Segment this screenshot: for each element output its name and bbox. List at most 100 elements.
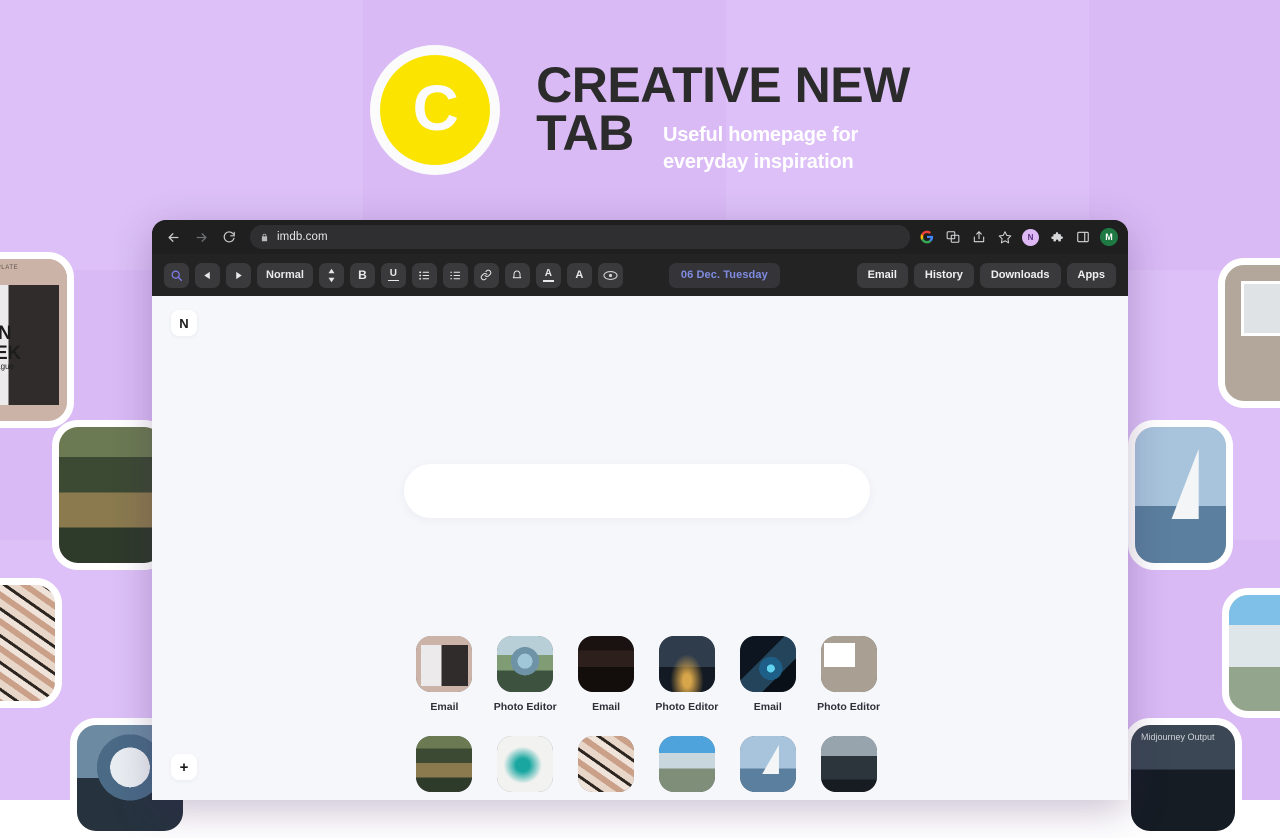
tile-label: Photo Editor xyxy=(494,701,557,713)
tile-thumbnail[interactable] xyxy=(416,636,472,692)
history-link[interactable]: History xyxy=(914,263,974,288)
profile-avatar[interactable]: M xyxy=(1100,228,1118,246)
tile-artwork xyxy=(416,636,472,692)
text-color-icon[interactable]: A xyxy=(536,263,561,288)
share-icon[interactable] xyxy=(970,229,987,246)
side-panel-icon[interactable] xyxy=(1074,229,1091,246)
tile-thumbnail[interactable] xyxy=(497,736,553,792)
tile-email-3[interactable]: Email xyxy=(727,636,808,713)
decor-card-bigcity xyxy=(1222,588,1280,718)
tile-email-1[interactable]: Email xyxy=(404,636,485,713)
previous-icon[interactable] xyxy=(195,263,220,288)
tile-artwork xyxy=(497,636,553,692)
tile-label: Email xyxy=(430,701,458,713)
google-icon[interactable] xyxy=(918,229,935,246)
notes-button[interactable]: N xyxy=(171,310,197,336)
extension-creative-tab-icon[interactable]: N xyxy=(1022,229,1039,246)
search-icon[interactable] xyxy=(164,263,189,288)
tile-thumbnail[interactable] xyxy=(821,736,877,792)
notification-bell-icon[interactable] xyxy=(505,263,530,288)
decor-card-artwork xyxy=(1229,595,1280,711)
promo-subtitle-line-2: everyday inspiration xyxy=(663,149,858,176)
tile-photo-editor-5[interactable]: Photo Editor xyxy=(647,736,728,800)
tile-thumbnail[interactable] xyxy=(821,636,877,692)
apps-link[interactable]: Apps xyxy=(1067,263,1117,288)
tile-artwork xyxy=(416,736,472,792)
tile-thumbnail[interactable] xyxy=(578,636,634,692)
promo-subtitle: Useful homepage for everyday inspiration xyxy=(663,122,858,176)
address-bar[interactable]: imdb.com xyxy=(250,225,910,249)
lock-icon xyxy=(260,232,269,243)
date-display[interactable]: 06 Dec. Tuesday xyxy=(669,263,780,288)
tile-photo-editor-1[interactable]: Photo Editor xyxy=(485,636,566,713)
tile-label: Email xyxy=(754,701,782,713)
tile-photo-editor-2[interactable]: Photo Editor xyxy=(647,636,728,713)
tile-thumbnail[interactable] xyxy=(416,736,472,792)
decor-card-sailboat xyxy=(1128,420,1233,570)
add-widget-button[interactable]: + xyxy=(171,754,197,780)
font-size-stepper-icon[interactable] xyxy=(319,263,344,288)
tile-label: Photo Editor xyxy=(655,701,718,713)
tile-artwork xyxy=(740,736,796,792)
tile-artwork xyxy=(578,636,634,692)
tile-email-4[interactable]: Email xyxy=(404,736,485,800)
tile-thumbnail[interactable] xyxy=(659,636,715,692)
decor-card-midjourney: Midjourney Output xyxy=(1124,718,1242,838)
shortcut-tiles-grid: EmailPhoto EditorEmailPhoto EditorEmailP… xyxy=(404,636,889,800)
toolbar-links: Email History Downloads Apps xyxy=(857,263,1116,288)
tile-artwork xyxy=(821,636,877,692)
font-family-icon[interactable]: A xyxy=(567,263,592,288)
tile-photo-editor-3[interactable]: Photo Editor xyxy=(808,636,889,713)
tile-thumbnail[interactable] xyxy=(740,736,796,792)
decor-card-gallery xyxy=(1218,258,1280,408)
tile-thumbnail[interactable] xyxy=(578,736,634,792)
bold-icon[interactable]: B xyxy=(350,263,375,288)
bookmark-star-icon[interactable] xyxy=(996,229,1013,246)
email-link[interactable]: Email xyxy=(857,263,908,288)
translate-icon[interactable] xyxy=(944,229,961,246)
tile-photo-editor-6[interactable]: Photo Editor xyxy=(808,736,889,800)
extensions-puzzle-icon[interactable] xyxy=(1048,229,1065,246)
promo-subtitle-wrap: Useful homepage for everyday inspiration xyxy=(663,122,858,176)
decor-card-caption: Midjourney Output xyxy=(1131,725,1235,749)
browser-omnibox-bar: imdb.com N M xyxy=(152,220,1128,254)
search-input[interactable] xyxy=(404,464,870,518)
tile-email-6[interactable]: Email xyxy=(727,736,808,800)
tile-thumbnail[interactable] xyxy=(497,636,553,692)
tile-artwork xyxy=(578,736,634,792)
arrow-right-icon[interactable] xyxy=(188,224,214,250)
decor-card-artwork xyxy=(1135,427,1226,563)
next-icon[interactable] xyxy=(226,263,251,288)
arrow-left-icon[interactable] xyxy=(160,224,186,250)
tile-artwork xyxy=(659,736,715,792)
numbered-list-icon[interactable] xyxy=(443,263,468,288)
tile-label: Photo Editor xyxy=(817,701,880,713)
tile-thumbnail[interactable] xyxy=(740,636,796,692)
new-tab-page: N + EmailPhoto EditorEmailPhoto EditorEm… xyxy=(152,296,1128,800)
omnibox-actions: N M xyxy=(918,228,1120,246)
decor-card-artwork xyxy=(0,585,55,701)
tile-artwork xyxy=(659,636,715,692)
tile-email-2[interactable]: Email xyxy=(566,636,647,713)
text-style-select[interactable]: Normal xyxy=(257,263,313,288)
link-icon[interactable] xyxy=(474,263,499,288)
decor-card-fashion-vlog: VLOG TEMPLATE vlogHION WEEKparis / prague xyxy=(0,252,74,428)
decor-card-marble xyxy=(0,578,62,708)
underline-icon[interactable]: U xyxy=(381,263,406,288)
extension-toolbar: Normal B U A A 06 Dec. Tuesday xyxy=(152,254,1128,296)
decor-card-kicker: VLOG TEMPLATE xyxy=(0,265,18,271)
bullet-list-icon[interactable] xyxy=(412,263,437,288)
browser-window: imdb.com N M xyxy=(152,220,1128,800)
tile-artwork xyxy=(821,736,877,792)
tile-photo-editor-4[interactable]: Photo Editor xyxy=(485,736,566,800)
preview-eye-icon[interactable] xyxy=(598,263,623,288)
tile-email-5[interactable]: Email xyxy=(566,736,647,800)
decor-card-headline: vlogHION WEEKparis / prague xyxy=(0,311,67,371)
decor-card-artwork xyxy=(59,427,163,563)
tile-artwork xyxy=(497,736,553,792)
reload-icon[interactable] xyxy=(216,224,242,250)
tile-thumbnail[interactable] xyxy=(659,736,715,792)
decor-card-artwork xyxy=(1225,265,1280,401)
downloads-link[interactable]: Downloads xyxy=(980,263,1061,288)
tile-artwork xyxy=(740,636,796,692)
